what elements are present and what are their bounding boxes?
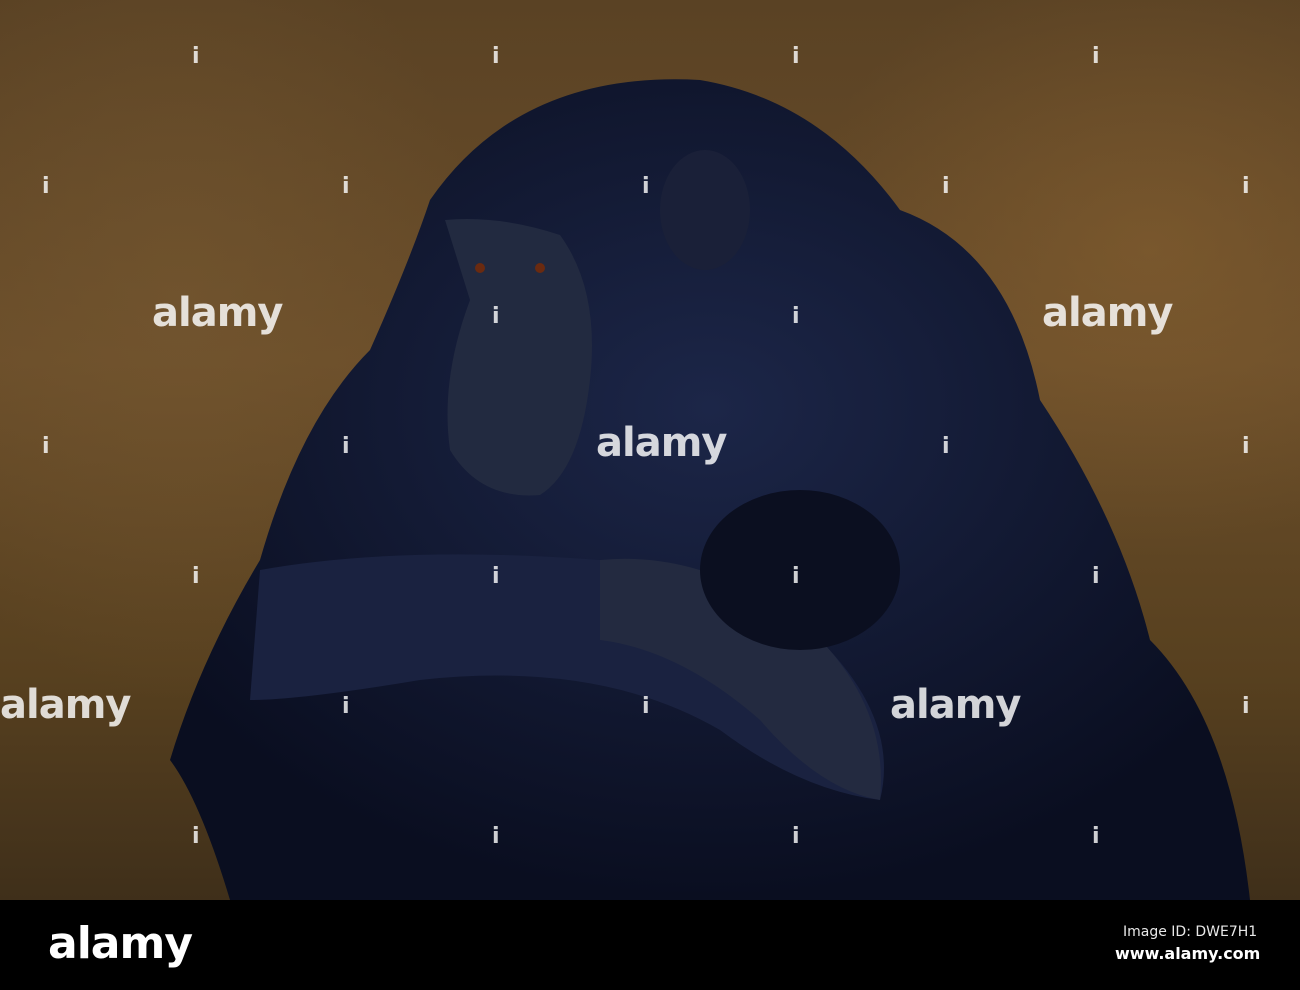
chimp-eye <box>475 263 485 273</box>
baby-chimp <box>700 490 900 650</box>
watermark-dot: i <box>192 44 200 69</box>
watermark-dot: i <box>642 694 650 719</box>
watermark-dot: i <box>492 44 500 69</box>
watermark-dot: i <box>942 434 950 459</box>
watermark-dot: i <box>792 824 800 849</box>
chimp-eye <box>535 263 545 273</box>
footer-bar <box>0 900 1300 990</box>
chimp-ear <box>660 150 750 270</box>
watermark: alamy <box>890 682 1021 728</box>
watermark-dot: i <box>492 304 500 329</box>
watermark: alamy <box>0 682 131 728</box>
watermark-dot: i <box>942 174 950 199</box>
watermark-dot: i <box>1092 824 1100 849</box>
watermark: alamy <box>152 290 283 336</box>
watermark: alamy <box>596 420 727 466</box>
stock-photo: i i i i i i i i i alamy i i alamy i i al… <box>0 0 1300 990</box>
watermark: alamy <box>1042 290 1173 336</box>
watermark-dot: i <box>342 174 350 199</box>
image-id: Image ID: DWE7H1 <box>1123 924 1258 940</box>
watermark-dot: i <box>492 824 500 849</box>
chimp-face <box>445 219 592 496</box>
watermark-dot: i <box>1092 44 1100 69</box>
watermark-dot: i <box>42 434 50 459</box>
watermark-dot: i <box>42 174 50 199</box>
watermark-dot: i <box>1242 434 1250 459</box>
watermark-dot: i <box>792 44 800 69</box>
watermark-dot: i <box>192 564 200 589</box>
alamy-logo: alamy <box>48 918 193 969</box>
watermark-dot: i <box>342 694 350 719</box>
watermark-dot: i <box>1092 564 1100 589</box>
watermark-dot: i <box>192 824 200 849</box>
watermark-dot: i <box>492 564 500 589</box>
watermark-dot: i <box>1242 174 1250 199</box>
watermark-dot: i <box>642 174 650 199</box>
watermark-dot: i <box>342 434 350 459</box>
site-url: www.alamy.com <box>1115 944 1261 963</box>
watermark-dot: i <box>1242 694 1250 719</box>
watermark-dot: i <box>792 304 800 329</box>
watermark-dot: i <box>792 564 800 589</box>
